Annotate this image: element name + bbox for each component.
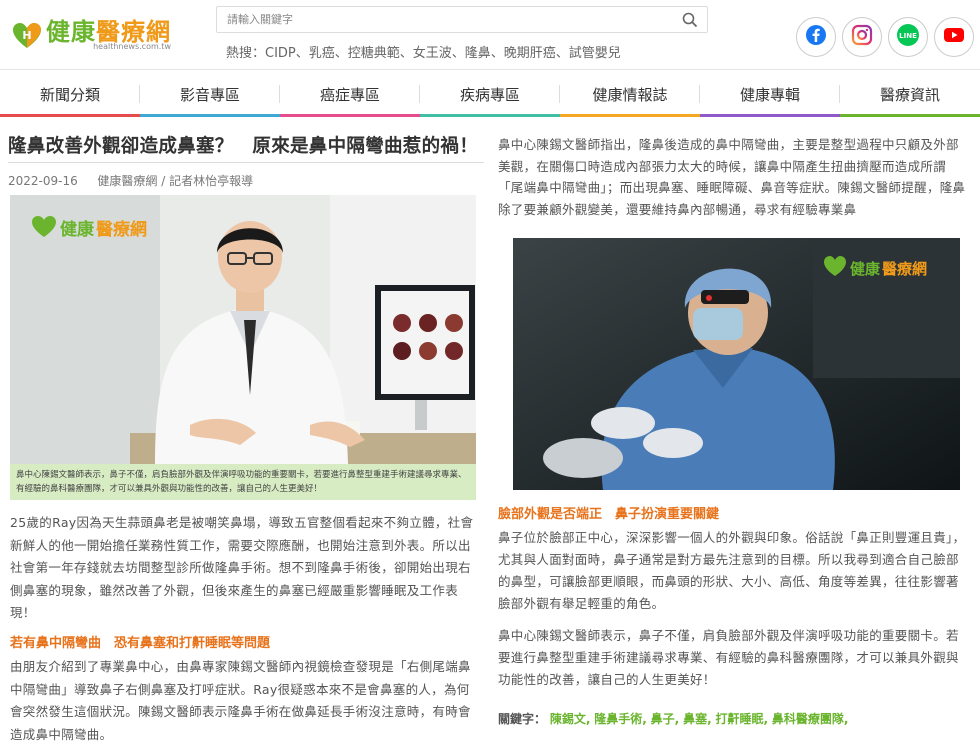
svg-text:H: H	[22, 29, 31, 42]
youtube-button[interactable]	[934, 17, 974, 57]
nav-item-medical-info[interactable]: 醫療資訊	[840, 71, 980, 117]
nav-color-bar	[140, 114, 280, 117]
keyword-link[interactable]: 鼻科醫療團隊	[772, 712, 844, 726]
article-subheading-2: 臉部外觀是否端正 鼻子扮演重要關鍵	[498, 507, 720, 522]
nav-item-health-album[interactable]: 健康專輯	[700, 71, 840, 117]
nav-item-label: 新聞分類	[39, 85, 100, 104]
article-title: 隆鼻改善外觀卻造成鼻塞？ 原來是鼻中隔彎曲惹的禍！	[8, 136, 479, 157]
photo2-watermark-b: 醫療網	[882, 260, 927, 278]
keyword-link[interactable]: 打鼾睡眠	[715, 712, 763, 726]
heart-logo-icon: H	[12, 22, 42, 50]
svg-text:LINE: LINE	[899, 32, 917, 40]
search-input[interactable]	[217, 7, 657, 32]
site-header: H 健康醫療網 healthnews.com.tw 熱搜：CIDP、乳癌、控糖典…	[0, 0, 980, 70]
search-box	[216, 6, 708, 33]
youtube-icon	[943, 24, 965, 50]
nav-item-label: 醫療資訊	[879, 85, 940, 104]
nav-color-bar	[420, 114, 560, 117]
facebook-icon	[805, 24, 827, 50]
keyword-list: 關鍵字： 陳錫文, 隆鼻手術, 鼻子, 鼻塞, 打鼾睡眠, 鼻科醫療團隊,	[498, 712, 849, 726]
nav-item-video[interactable]: 影音專區	[140, 71, 280, 117]
doctor-photo: 健康 醫療網	[10, 195, 476, 464]
article-meta: 2022-09-16 健康醫療網 / 記者林怡亭報導	[8, 172, 253, 189]
search-icon[interactable]	[681, 11, 699, 29]
nav-item-news-category[interactable]: 新聞分類	[0, 71, 140, 117]
nav-item-disease[interactable]: 疾病專區	[420, 71, 560, 117]
article-subheading-1: 若有鼻中隔彎曲 恐有鼻塞和打鼾睡眠等問題	[10, 636, 271, 651]
logo-text-a: 健康	[46, 18, 96, 46]
article-paragraph-5: 鼻中心陳錫文醫師表示，鼻子不僅，肩負臉部外觀及伴演呼吸功能的重要關卡。若要進行鼻…	[498, 628, 959, 687]
photo-watermark-a: 健康	[60, 219, 95, 240]
keyword-link[interactable]: 隆鼻手術	[594, 712, 642, 726]
facebook-button[interactable]	[796, 17, 836, 57]
keyword-link[interactable]: 陳錫文	[550, 712, 586, 726]
nav-color-bar	[0, 114, 140, 117]
nav-item-label: 影音專區	[179, 85, 240, 104]
hot-search-terms[interactable]: CIDP、乳癌、控糖典範、女王波、隆鼻、晚期肝癌、試管嬰兒	[265, 46, 621, 61]
article-paragraph-4: 鼻子位於臉部正中心，深深影響一個人的外觀與印象。俗話說「鼻正則豐運且貴」，尤其與…	[498, 530, 966, 611]
article-paragraph-2: 由朋友介紹到了專業鼻中心，由鼻專家陳錫文醫師內視鏡檢查發現是「右側尾端鼻中隔彎曲…	[10, 659, 471, 742]
hot-search: 熱搜：CIDP、乳癌、控糖典範、女王波、隆鼻、晚期肝癌、試管嬰兒	[226, 42, 621, 61]
keyword-link[interactable]: 鼻子	[651, 712, 675, 726]
surgery-photo: 健康 醫療網	[513, 238, 960, 490]
article-paragraph-3: 鼻中心陳錫文醫師指出，隆鼻後造成的鼻中隔彎曲，主要是整型過程中只顧及外部美觀，在…	[498, 137, 966, 217]
instagram-icon	[851, 24, 873, 50]
main-nav: 新聞分類 影音專區 癌症專區 疾病專區 健康情報誌 健康專輯 醫療資訊	[0, 71, 980, 117]
hot-search-label: 熱搜：	[226, 46, 266, 61]
nav-item-label: 健康情報誌	[592, 85, 668, 104]
site-logo[interactable]: H 健康醫療網 healthnews.com.tw	[12, 20, 171, 51]
nav-color-bar	[560, 114, 700, 117]
article-byline: 健康醫療網 / 記者林怡亭報導	[97, 174, 254, 188]
photo2-watermark-a: 健康	[850, 260, 881, 278]
nav-item-label: 疾病專區	[459, 85, 520, 104]
nav-item-cancer[interactable]: 癌症專區	[280, 71, 420, 117]
title-divider	[8, 162, 484, 163]
nav-color-bar	[700, 114, 840, 117]
nav-item-health-magazine[interactable]: 健康情報誌	[560, 71, 700, 117]
instagram-button[interactable]	[842, 17, 882, 57]
keywords-label: 關鍵字：	[498, 712, 547, 726]
nav-color-bar	[280, 114, 420, 117]
photo-watermark-b: 醫療網	[96, 219, 147, 240]
nav-item-label: 癌症專區	[319, 85, 380, 104]
article-paragraph-1: 25歲的Ray因為天生蒜頭鼻老是被嘲笑鼻塌，導致五官整個看起來不夠立體，社會新鮮…	[10, 515, 474, 620]
line-icon: LINE	[896, 23, 920, 51]
article-date: 2022-09-16	[8, 174, 78, 188]
line-button[interactable]: LINE	[888, 17, 928, 57]
photo-caption: 鼻中心陳錫文醫師表示，鼻子不僅，肩負臉部外觀及伴演呼吸功能的重要關卡，若要進行鼻…	[10, 464, 476, 500]
keyword-link[interactable]: 鼻塞	[683, 712, 707, 726]
nav-color-bar	[840, 114, 980, 117]
nav-item-label: 健康專輯	[739, 85, 800, 104]
